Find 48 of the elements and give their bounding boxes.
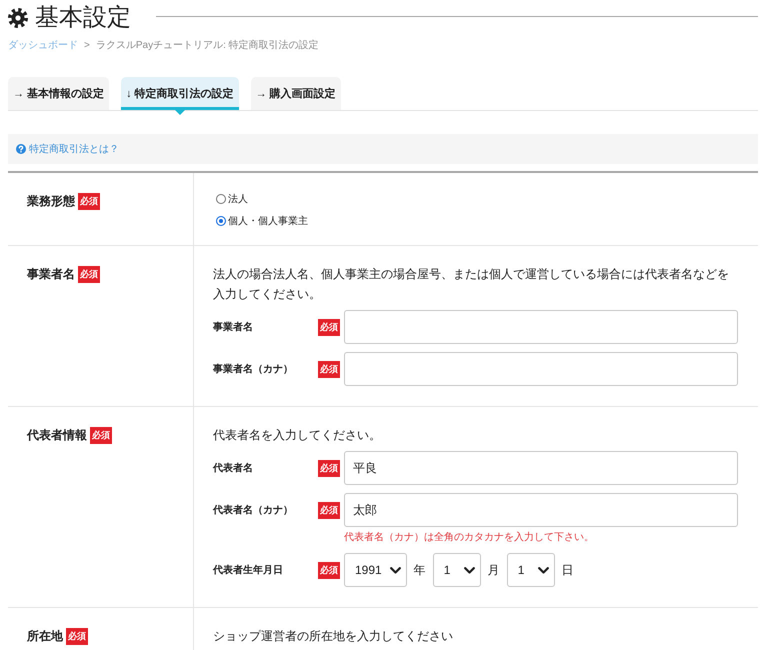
tab-pointer-icon [174, 110, 185, 115]
row-label: 代表者情報 [27, 427, 87, 444]
description-text: 法人の場合法人名、個人事業主の場合屋号、または個人で運営している場合には代表者名などを入力してください。 [213, 266, 730, 303]
help-icon [16, 144, 26, 154]
gear-icon [8, 8, 28, 28]
breadcrumb-separator: > [84, 39, 90, 53]
date-unit-label: 月 [488, 562, 500, 578]
field-label: 事業者名（カナ） [213, 362, 294, 376]
required-badge: 必須 [318, 502, 340, 518]
field-label: 事業者名 [213, 320, 254, 334]
date-unit-label: 日 [562, 562, 574, 578]
chevron-down-icon [464, 566, 475, 574]
chevron-down-icon [390, 566, 401, 574]
row-label: 業務形態 [27, 193, 75, 210]
chevron-down-icon [538, 566, 549, 574]
row-label: 事業者名 [27, 266, 75, 283]
select-field[interactable]: 1 [432, 553, 481, 587]
text-field[interactable]: 平良 [344, 451, 738, 485]
field-label: 代表者名（カナ） [213, 504, 294, 517]
required-badge: 必須 [78, 266, 100, 283]
page-title: 基本設定 [35, 3, 131, 33]
tab[interactable]: ↓ 特定商取引法の設定 [121, 77, 239, 110]
text-field[interactable] [344, 310, 738, 344]
required-badge: 必須 [78, 193, 100, 210]
error-message: 代表者名（カナ）は全角のカタカナを入力して下さい。 [344, 531, 594, 545]
radio-button[interactable] [216, 216, 226, 226]
required-badge: 必須 [66, 628, 88, 645]
tab[interactable]: → 基本情報の設定 [8, 77, 110, 110]
required-badge: 必須 [318, 360, 340, 378]
select-field[interactable]: 1991 [344, 553, 407, 587]
radio-label[interactable]: 法人 [228, 192, 248, 206]
required-badge: 必須 [318, 460, 340, 476]
row-label: 所在地 [27, 628, 63, 645]
radio-button[interactable] [216, 194, 226, 204]
breadcrumb-current: ラクスルPayチュートリアル: 特定商取引法の設定 [96, 39, 319, 53]
text-field[interactable] [344, 352, 738, 386]
description-text: ショップ運営者の所在地を入力してください [213, 628, 454, 645]
tab[interactable]: → 購入画面設定 [250, 77, 341, 110]
required-badge: 必須 [318, 562, 340, 578]
date-unit-label: 年 [414, 562, 426, 578]
field-label: 代表者名 [213, 462, 254, 475]
required-badge: 必須 [318, 318, 340, 336]
text-field[interactable]: 太郎 [344, 493, 738, 527]
radio-label[interactable]: 個人・個人事業主 [228, 214, 308, 228]
select-field[interactable]: 1 [506, 553, 555, 587]
description-text: 代表者名を入力してください。 [213, 427, 382, 444]
field-label: 代表者生年月日 [213, 564, 284, 577]
required-badge: 必須 [90, 427, 112, 444]
